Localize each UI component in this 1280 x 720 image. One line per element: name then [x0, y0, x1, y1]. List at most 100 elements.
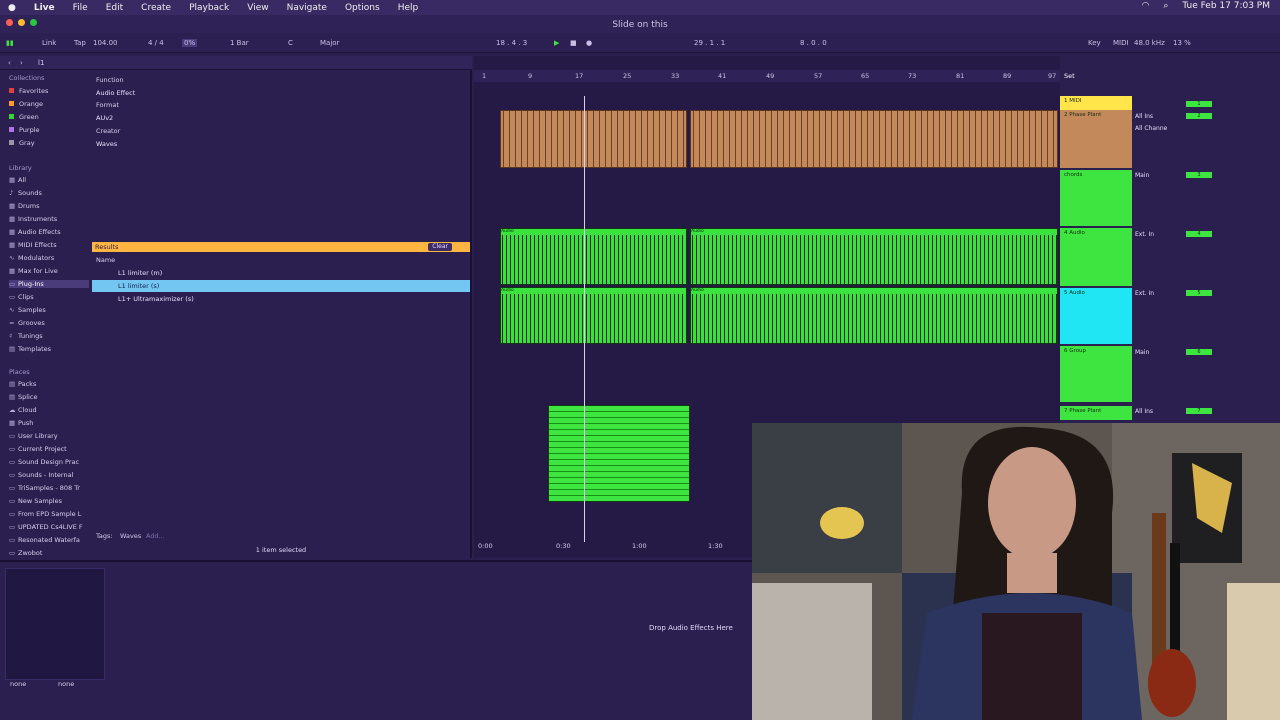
groove-amount[interactable]: 0% — [182, 39, 198, 47]
place-folder[interactable]: ▭ Resonated Waterfa — [9, 536, 89, 544]
song-position[interactable]: 18 . 4 . 3 — [496, 39, 527, 47]
track-input[interactable]: Main — [1135, 172, 1149, 179]
time-ruler[interactable]: 0:00 0:30 1:00 1:30 — [474, 540, 752, 552]
library-templates[interactable]: ▤ Templates — [9, 345, 89, 353]
audio-clip[interactable]: Audio — [500, 228, 687, 285]
collection-favorites[interactable]: Favorites — [9, 87, 89, 95]
track-header[interactable]: 7 Phase Plant — [1060, 406, 1132, 420]
track-activator[interactable]: 3 — [1186, 172, 1212, 178]
result-item[interactable]: L1+ Ultramaximizer (s) — [92, 293, 470, 305]
set-button[interactable]: Set — [1064, 72, 1075, 80]
browser-search-bar[interactable]: ‹ › l1 — [0, 56, 472, 70]
track-header[interactable]: 5 Audio — [1060, 288, 1132, 344]
place-folder[interactable]: ▭ Sounds - Internal — [9, 471, 89, 479]
midi-clip[interactable] — [690, 110, 1058, 168]
track-activator[interactable]: 2 — [1186, 113, 1212, 119]
clear-button[interactable]: Clear — [428, 243, 452, 251]
place-folder[interactable]: ▭ TriSamples - 808 Tr — [9, 484, 89, 492]
audio-clip[interactable]: Audio — [690, 287, 1058, 344]
collection-gray[interactable]: Gray — [9, 139, 89, 147]
beat-ruler[interactable]: 1 9 17 25 33 41 49 57 65 73 81 89 97 — [474, 70, 1060, 82]
menu-create[interactable]: Create — [141, 3, 171, 13]
library-clips[interactable]: ▭ Clips — [9, 293, 89, 301]
library-drums[interactable]: ▦ Drums — [9, 202, 89, 210]
menu-app[interactable]: Live — [34, 3, 55, 13]
track-activator[interactable]: 1 — [1186, 101, 1212, 107]
place-splice[interactable]: ▤ Splice — [9, 393, 89, 401]
collection-orange[interactable]: Orange — [9, 100, 89, 108]
filter-function-value[interactable]: Audio Effect — [96, 89, 135, 97]
track-activator[interactable]: 7 — [1186, 408, 1212, 414]
track-header[interactable]: chords — [1060, 170, 1132, 226]
forward-icon[interactable]: › — [20, 59, 23, 67]
tempo-field[interactable]: 104.00 — [93, 39, 118, 47]
library-instruments[interactable]: ▦ Instruments — [9, 215, 89, 223]
audio-clip[interactable]: Audio — [690, 228, 1058, 285]
audio-clip[interactable]: Audio — [500, 287, 687, 344]
clock[interactable]: Tue Feb 17 7:03 PM — [1182, 1, 1270, 11]
library-tunings[interactable]: ♯ Tunings — [9, 332, 89, 340]
menu-help[interactable]: Help — [398, 3, 419, 13]
minimize-window-button[interactable] — [18, 19, 25, 26]
scale-menu[interactable]: Major — [320, 39, 339, 47]
filter-function-label[interactable]: Function — [96, 76, 124, 84]
name-column-header[interactable]: Name — [96, 256, 115, 264]
place-folder[interactable]: ▭ From EPD Sample L — [9, 510, 89, 518]
record-icon[interactable]: ● — [586, 39, 592, 47]
place-user-library[interactable]: ▭ User Library — [9, 432, 89, 440]
loop-length[interactable]: 8 . 0 . 0 — [800, 39, 827, 47]
place-current-project[interactable]: ▭ Current Project — [9, 445, 89, 453]
input-select[interactable]: none — [10, 680, 26, 688]
key-field[interactable]: C — [288, 39, 293, 47]
library-midi-effects[interactable]: ▦ MIDI Effects — [9, 241, 89, 249]
filter-format-label[interactable]: Format — [96, 101, 119, 109]
search-icon[interactable]: ⌕ — [1163, 1, 1168, 11]
filter-creator-label[interactable]: Creator — [96, 127, 120, 135]
library-max-for-live[interactable]: ▦ Max for Live — [9, 267, 89, 275]
tag-chip[interactable]: Waves — [120, 532, 141, 540]
place-packs[interactable]: ▤ Packs — [9, 380, 89, 388]
library-samples[interactable]: ∿ Samples — [9, 306, 89, 314]
track-input[interactable]: Ext. In — [1135, 290, 1154, 297]
add-tag-button[interactable]: Add... — [146, 532, 165, 540]
result-item[interactable]: L1 limiter (m) — [92, 267, 470, 279]
track-header[interactable]: 1 MIDI — [1060, 96, 1132, 110]
track-activator[interactable]: 4 — [1186, 231, 1212, 237]
library-all[interactable]: ▦ All — [9, 176, 89, 184]
track-header[interactable]: 4 Audio — [1060, 228, 1132, 286]
collection-green[interactable]: Green — [9, 113, 89, 121]
place-folder[interactable]: ▭ Sound Design Prac — [9, 458, 89, 466]
track-input[interactable]: All Ins — [1135, 408, 1153, 415]
back-icon[interactable]: ‹ — [8, 59, 11, 67]
menu-view[interactable]: View — [247, 3, 268, 13]
place-push[interactable]: ▦ Push — [9, 419, 89, 427]
place-folder[interactable]: ▭ New Samples — [9, 497, 89, 505]
track-header[interactable]: 6 Group — [1060, 346, 1132, 402]
track-input[interactable]: All Ins — [1135, 113, 1153, 120]
result-item-selected[interactable]: L1 limiter (s) — [92, 280, 470, 292]
library-audio-effects[interactable]: ▦ Audio Effects — [9, 228, 89, 236]
library-grooves[interactable]: ≈ Grooves — [9, 319, 89, 327]
play-icon[interactable]: ▶ — [554, 39, 559, 47]
filter-creator-value[interactable]: Waves — [96, 140, 117, 148]
track-input[interactable]: Ext. In — [1135, 231, 1154, 238]
time-signature[interactable]: 4 / 4 — [148, 39, 164, 47]
midi-clip[interactable] — [548, 405, 690, 502]
quantize-menu[interactable]: 1 Bar — [230, 39, 249, 47]
link-button[interactable]: Link — [42, 39, 56, 47]
track-activator[interactable]: 6 — [1186, 349, 1212, 355]
menu-edit[interactable]: Edit — [106, 3, 123, 13]
key-map-button[interactable]: Key — [1088, 39, 1101, 47]
stop-icon[interactable]: ■ — [570, 39, 577, 47]
filter-format-value[interactable]: AUv2 — [96, 114, 113, 122]
track-input[interactable]: Main — [1135, 349, 1149, 356]
apple-icon[interactable]: ● — [8, 3, 16, 13]
search-input[interactable]: l1 — [38, 59, 44, 67]
wifi-icon[interactable]: ◠ — [1141, 1, 1149, 11]
track-input[interactable]: All Channe — [1135, 125, 1167, 132]
midi-map-button[interactable]: MIDI — [1113, 39, 1129, 47]
menu-file[interactable]: File — [73, 3, 88, 13]
menu-navigate[interactable]: Navigate — [287, 3, 327, 13]
loop-start[interactable]: 29 . 1 . 1 — [694, 39, 725, 47]
zoom-window-button[interactable] — [30, 19, 37, 26]
